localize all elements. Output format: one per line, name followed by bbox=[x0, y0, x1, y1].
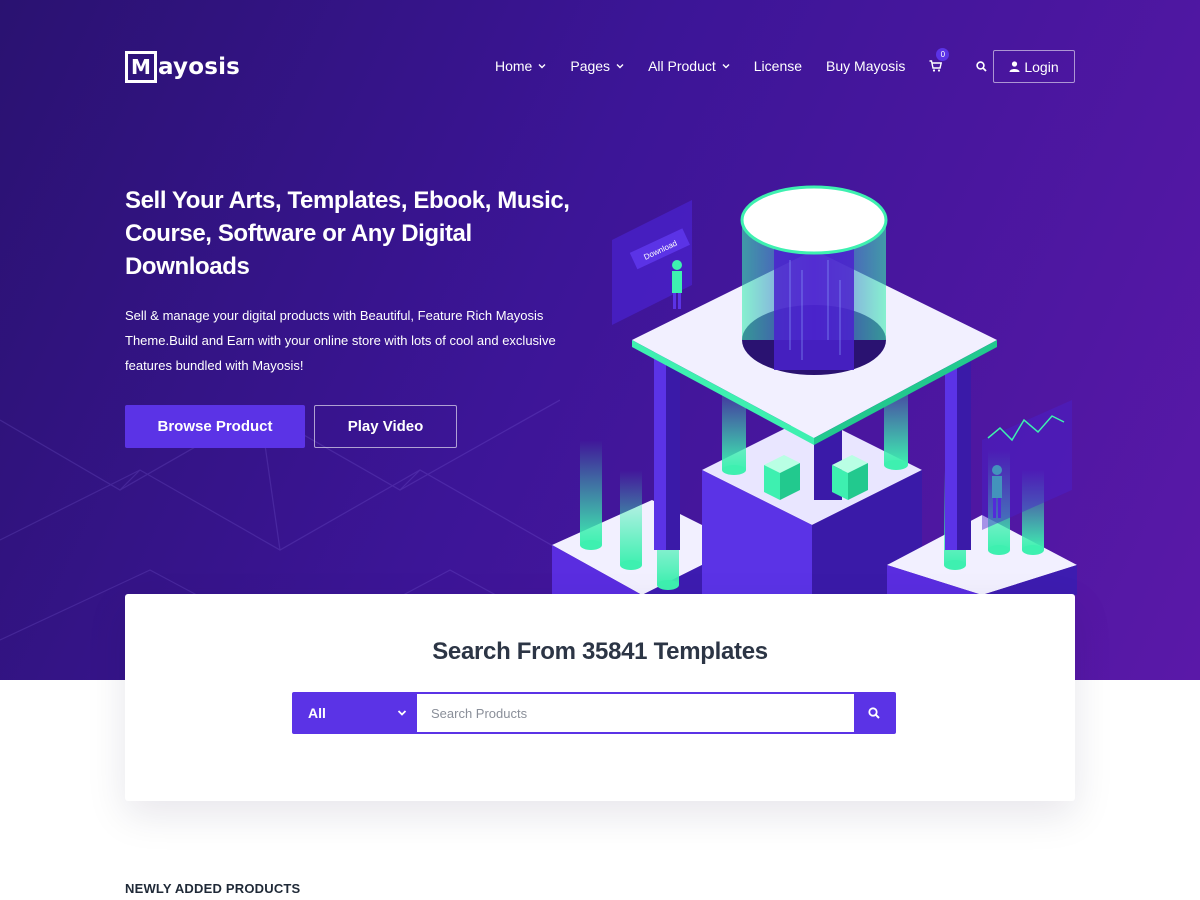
nav-item-pages[interactable]: Pages bbox=[570, 58, 624, 74]
login-button[interactable]: Login bbox=[993, 50, 1075, 83]
newly-added-products-heading: NEWLY ADDED PRODUCTS bbox=[125, 881, 301, 896]
search-icon bbox=[976, 60, 988, 72]
search-bar: All bbox=[292, 692, 896, 734]
chevron-down-icon bbox=[722, 64, 730, 69]
search-icon bbox=[868, 707, 880, 719]
nav-item-license[interactable]: License bbox=[754, 58, 802, 74]
browse-product-button[interactable]: Browse Product bbox=[125, 405, 305, 448]
nav-label: License bbox=[753, 58, 803, 74]
nav-item-home[interactable]: Home bbox=[495, 58, 546, 74]
search-title: Search From 35841 Templates bbox=[432, 638, 768, 665]
hero-section: M ayosis Home Pages All Product License … bbox=[0, 0, 1200, 680]
search-submit-button[interactable] bbox=[854, 694, 894, 732]
nav-label: Buy Mayosis bbox=[826, 58, 906, 74]
nav-label: Home bbox=[495, 58, 533, 74]
nav-label: Pages bbox=[570, 58, 611, 74]
search-input[interactable] bbox=[417, 694, 854, 732]
cart-icon bbox=[929, 60, 943, 72]
search-panel: Search From 35841 Templates All bbox=[125, 594, 1075, 801]
login-label: Login bbox=[1024, 58, 1059, 75]
hero-headline: Sell Your Arts, Templates, Ebook, Music,… bbox=[125, 187, 570, 280]
hero-illustration: Download bbox=[552, 185, 1077, 595]
nav-label: All Product bbox=[648, 58, 716, 74]
main-nav: Home Pages All Product License Buy Mayos… bbox=[495, 48, 1007, 82]
category-selected-label: All bbox=[308, 705, 326, 721]
logo-text: ayosis bbox=[158, 54, 241, 80]
logo-mark: M bbox=[125, 51, 157, 83]
cart-count-badge: 0 bbox=[936, 48, 950, 61]
search-toggle-button[interactable] bbox=[976, 60, 988, 72]
chevron-down-icon bbox=[538, 64, 546, 69]
user-icon bbox=[1009, 61, 1020, 72]
cart-button[interactable]: 0 bbox=[929, 48, 950, 72]
play-video-button[interactable]: Play Video bbox=[314, 405, 457, 448]
mayosis-logo[interactable]: M ayosis bbox=[125, 50, 240, 84]
nav-item-all-product[interactable]: All Product bbox=[648, 58, 730, 74]
category-select[interactable]: All bbox=[294, 694, 417, 732]
chevron-down-icon bbox=[397, 710, 407, 716]
chevron-down-icon bbox=[616, 64, 624, 69]
hero-subtext: Sell & manage your digital products with… bbox=[125, 308, 556, 373]
nav-item-buy-mayosis[interactable]: Buy Mayosis bbox=[826, 58, 905, 74]
